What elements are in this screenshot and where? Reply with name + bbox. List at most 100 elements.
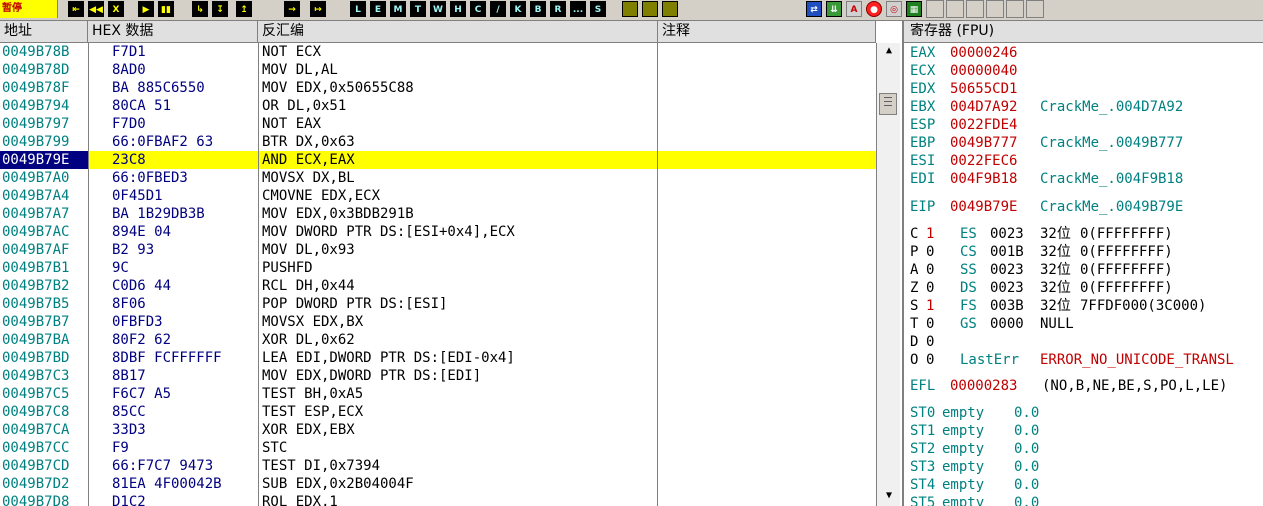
disasm-cell: MOV EDX,0x3BDB291B bbox=[262, 206, 414, 222]
trace-into-icon[interactable]: ↥ bbox=[236, 1, 252, 17]
toolbar-letter-11-button[interactable]: R bbox=[550, 1, 566, 17]
empty-toolbar-slot-3[interactable] bbox=[966, 0, 984, 18]
target-icon[interactable]: ◎ bbox=[886, 1, 902, 17]
address-cell: 0049B7C3 bbox=[2, 368, 70, 384]
column-header-disasm[interactable]: 反汇编 bbox=[258, 21, 658, 43]
toolbar-letter-13-button[interactable]: S bbox=[590, 1, 606, 17]
instruction-row[interactable]: 0049B7CC F9 STC bbox=[0, 439, 876, 457]
register-value: 50655CD1 bbox=[950, 81, 1018, 97]
instruction-row[interactable]: 0049B7A0 66:0FBED3 MOVSX DX,BL bbox=[0, 169, 876, 187]
list-view-icon[interactable] bbox=[622, 1, 638, 17]
pause-icon[interactable]: ▮▮ bbox=[158, 1, 174, 17]
swap-icon[interactable]: ⇄ bbox=[806, 1, 822, 17]
flag-value: 0 bbox=[926, 352, 935, 368]
toolbar-letter-10-button[interactable]: B bbox=[530, 1, 546, 17]
instruction-row[interactable]: 0049B7BD 8DBF FCFFFFFF LEA EDI,DWORD PTR D… bbox=[0, 349, 876, 367]
register-value: 0049B79E bbox=[950, 199, 1018, 215]
registers-pane[interactable]: 寄存器 (FPU) EAX 00000246 ECX 00000040 EDX 50655… bbox=[902, 21, 1263, 506]
scroll-thumb[interactable] bbox=[879, 93, 897, 115]
disassembly-pane[interactable]: 地址 HEX 数据 反汇编 注释 0049B78B F7D1 NOT ECX 0049… bbox=[0, 21, 900, 506]
close-icon[interactable]: X bbox=[108, 1, 124, 17]
instruction-row[interactable]: 0049B797 F7D0 NOT EAX bbox=[0, 115, 876, 133]
instruction-row[interactable]: 0049B799 66:0FBAF2 63 BTR DX,0x63 bbox=[0, 133, 876, 151]
empty-toolbar-slot-5[interactable] bbox=[1006, 0, 1024, 18]
toolbar-letter-6-button[interactable]: H bbox=[450, 1, 466, 17]
instruction-row[interactable]: 0049B7A7 BA 1B29DB3B MOV EDX,0x3BDB291B bbox=[0, 205, 876, 223]
column-header-comment[interactable]: 注释 bbox=[658, 21, 876, 43]
window-icon[interactable]: ▦ bbox=[906, 1, 922, 17]
fpu-state: empty bbox=[942, 495, 985, 506]
font-icon[interactable]: A bbox=[846, 1, 862, 17]
instruction-row[interactable]: 0049B794 80CA 51 OR DL,0x51 bbox=[0, 97, 876, 115]
segment-selector: 0023 bbox=[990, 226, 1024, 242]
help-icon[interactable] bbox=[662, 1, 678, 17]
vertical-scrollbar[interactable]: ▲ ▼ bbox=[876, 43, 900, 506]
instruction-row[interactable]: 0049B7D2 81EA 4F00042B SUB EDX,0x2B04004F bbox=[0, 475, 876, 493]
column-header-address[interactable]: 地址 bbox=[0, 21, 88, 43]
run-icon[interactable]: ▶ bbox=[138, 1, 154, 17]
address-cell: 0049B7A7 bbox=[2, 206, 70, 222]
toolbar-letter-12-button[interactable]: ... bbox=[570, 1, 586, 17]
empty-toolbar-slot-4[interactable] bbox=[986, 0, 1004, 18]
disasm-cell: BTR DX,0x63 bbox=[262, 134, 355, 150]
instruction-row[interactable]: 0049B7B2 C0D6 44 RCL DH,0x44 bbox=[0, 277, 876, 295]
address-cell: 0049B7D2 bbox=[2, 476, 70, 492]
toolbar-letter-4-button[interactable]: T bbox=[410, 1, 426, 17]
empty-toolbar-slot-1[interactable] bbox=[926, 0, 944, 18]
scroll-up-arrow-icon[interactable]: ▲ bbox=[881, 45, 897, 59]
instruction-row[interactable]: 0049B7C8 85CC TEST ESP,ECX bbox=[0, 403, 876, 421]
registers-header[interactable]: 寄存器 (FPU) bbox=[904, 21, 1263, 43]
instruction-row[interactable]: 0049B7AF B2 93 MOV DL,0x93 bbox=[0, 241, 876, 259]
hex-cell: 894E 04 bbox=[112, 224, 172, 240]
step-over-icon[interactable]: ↧ bbox=[212, 1, 228, 17]
address-cell: 0049B78B bbox=[2, 44, 70, 60]
instruction-row[interactable]: 0049B7B1 9C PUSHFD bbox=[0, 259, 876, 277]
flag-name: A bbox=[910, 262, 919, 278]
instruction-row[interactable]: 0049B78D 8AD0 MOV DL,AL bbox=[0, 61, 876, 79]
breakpoint-icon[interactable]: ● bbox=[866, 1, 882, 17]
instruction-row[interactable]: 0049B7C3 8B17 MOV EDX,DWORD PTR DS:[EDI] bbox=[0, 367, 876, 385]
fpu-value: 0.0 bbox=[1014, 441, 1040, 457]
rewind-icon[interactable]: ◀◀ bbox=[88, 1, 104, 17]
instruction-row[interactable]: 0049B7A4 0F45D1 CMOVNE EDX,ECX bbox=[0, 187, 876, 205]
instruction-row[interactable]: 0049B7BA 80F2 62 XOR DL,0x62 bbox=[0, 331, 876, 349]
instruction-row[interactable]: 0049B7D8 D1C2 ROL EDX,1 bbox=[0, 493, 876, 506]
toolbar-letter-3-button[interactable]: M bbox=[390, 1, 406, 17]
hex-cell: 8DBF FCFFFFFF bbox=[112, 350, 222, 366]
segment-selector: 0023 bbox=[990, 262, 1024, 278]
disasm-cell: AND ECX,EAX bbox=[262, 152, 355, 168]
toolbar-letter-1-button[interactable]: L bbox=[350, 1, 366, 17]
empty-toolbar-slot-2[interactable] bbox=[946, 0, 964, 18]
instruction-row[interactable]: 0049B78F BA 885C6550 MOV EDX,0x50655C88 bbox=[0, 79, 876, 97]
fpu-name: ST4 bbox=[910, 477, 936, 493]
current-instruction-row[interactable]: 0049B79E 23C8 AND ECX,EAX bbox=[0, 151, 876, 169]
scroll-down-arrow-icon[interactable]: ▼ bbox=[881, 490, 897, 504]
instruction-row[interactable]: 0049B78B F7D1 NOT ECX bbox=[0, 43, 876, 61]
instruction-row[interactable]: 0049B7CA 33D3 XOR EDX,EBX bbox=[0, 421, 876, 439]
disasm-cell: MOVSX EDX,BX bbox=[262, 314, 364, 330]
disasm-cell: ROL EDX,1 bbox=[262, 494, 338, 506]
instruction-row[interactable]: 0049B7CD 66:F7C7 9473 TEST DI,0x7394 bbox=[0, 457, 876, 475]
address-cell: 0049B7B7 bbox=[2, 314, 70, 330]
execute-till-return-icon[interactable]: ↦ bbox=[310, 1, 326, 17]
empty-toolbar-slot-6[interactable] bbox=[1026, 0, 1044, 18]
restart-icon[interactable]: ⇤ bbox=[68, 1, 84, 17]
instruction-row[interactable]: 0049B7B5 8F06 POP DWORD PTR DS:[ESI] bbox=[0, 295, 876, 313]
column-header-hex[interactable]: HEX 数据 bbox=[88, 21, 258, 43]
instruction-row[interactable]: 0049B7C5 F6C7 A5 TEST BH,0xA5 bbox=[0, 385, 876, 403]
toolbar-letter-9-button[interactable]: K bbox=[510, 1, 526, 17]
address-cell: 0049B7C5 bbox=[2, 386, 70, 402]
toolbar-letter-2-button[interactable]: E bbox=[370, 1, 386, 17]
address-cell: 0049B7D8 bbox=[2, 494, 70, 506]
step-into-icon[interactable]: ↳ bbox=[192, 1, 208, 17]
trace-over-icon[interactable]: → bbox=[284, 1, 300, 17]
instruction-row[interactable]: 0049B7AC 894E 04 MOV DWORD PTR DS:[ESI+0x4… bbox=[0, 223, 876, 241]
toolbar-letter-5-button[interactable]: W bbox=[430, 1, 446, 17]
instruction-row[interactable]: 0049B7B7 0FBFD3 MOVSX EDX,BX bbox=[0, 313, 876, 331]
hex-cell: 81EA 4F00042B bbox=[112, 476, 222, 492]
toolbar-letter-7-button[interactable]: C bbox=[470, 1, 486, 17]
segment-selector: 0023 bbox=[990, 280, 1024, 296]
grid-view-icon[interactable] bbox=[642, 1, 658, 17]
toolbar-letter-8-button[interactable]: / bbox=[490, 1, 506, 17]
sort-icon[interactable]: ⇊ bbox=[826, 1, 842, 17]
